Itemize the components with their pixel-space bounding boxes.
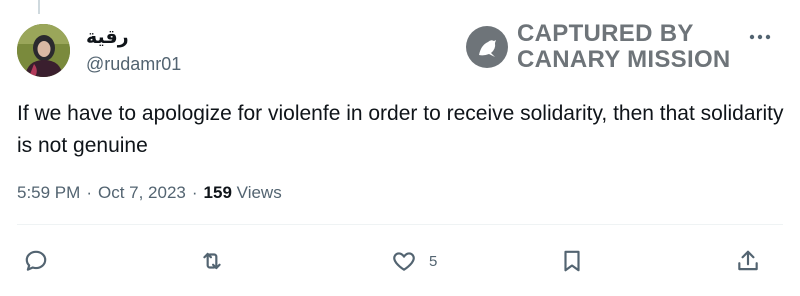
action-bar: 5 [17,244,783,278]
bookmark-icon [559,248,585,274]
watermark-line-2: CANARY MISSION [517,46,731,73]
canary-logo [465,25,509,69]
user-handle[interactable]: @rudamr01 [86,54,181,75]
display-name[interactable]: رقية [86,26,129,48]
tweet-meta: 5:59 PM · Oct 7, 2023 · 159 Views [17,183,282,203]
like-button[interactable]: 5 [379,244,437,278]
tweet-time[interactable]: 5:59 PM [17,183,80,203]
watermark-line-1: CAPTURED BY [517,20,694,47]
share-button[interactable] [735,244,761,278]
like-count: 5 [429,252,438,270]
avatar[interactable] [17,24,70,77]
bookmark-button[interactable] [559,244,585,278]
reply-button[interactable] [23,244,49,278]
divider [17,224,783,225]
share-icon [735,248,761,274]
views-count: 159 [203,183,232,202]
reply-icon [23,248,49,274]
more-icon[interactable] [743,24,777,50]
retweet-icon [199,248,225,274]
views-label: Views [236,183,282,202]
watermark: CAPTURED BY CANARY MISSION [465,21,735,73]
meta-separator: · [86,183,92,202]
tweet-date[interactable]: Oct 7, 2023 [98,183,186,203]
retweet-button[interactable] [199,244,225,278]
heart-icon [391,248,417,274]
tweet-text: If we have to apologize for violenfe in … [17,102,784,157]
meta-separator: · [191,183,198,202]
thread-line [38,0,40,14]
